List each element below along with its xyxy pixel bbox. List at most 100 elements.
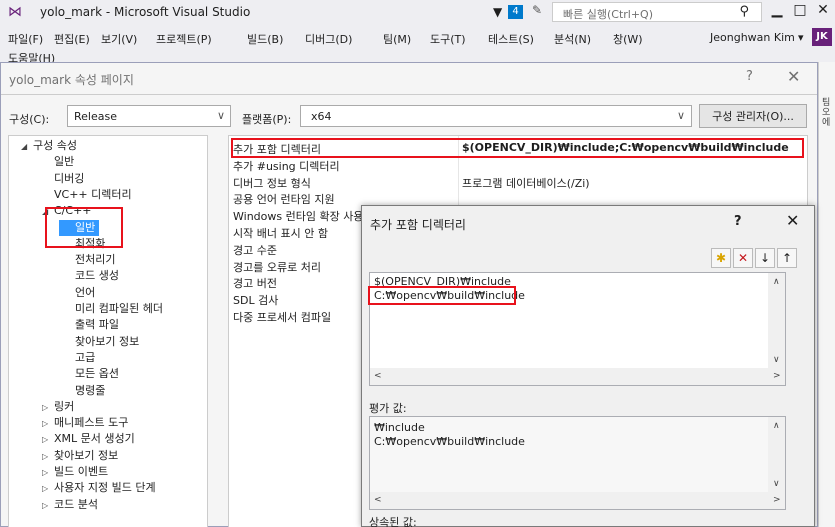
collapse-arrow-icon[interactable]: ◢ xyxy=(21,139,33,155)
menu-team[interactable]: 팀(M) xyxy=(383,31,411,47)
tree-item[interactable]: 코드 생성 xyxy=(63,268,119,284)
close-window-icon[interactable]: ✕ xyxy=(811,2,835,18)
tree-item-label: 명령줄 xyxy=(75,383,106,397)
tree-item[interactable]: 출력 파일 xyxy=(63,317,119,333)
property-tree: ◢ 구성 속성 일반 디버깅 VC++ 디렉터리 ◢ C/C++ 일반 최적화 전처리기 코드 생성… xyxy=(8,135,208,527)
move-down-icon[interactable]: ↓ xyxy=(755,248,775,268)
tree-item[interactable]: ▷ 찾아보기 정보 xyxy=(42,448,118,464)
menu-project[interactable]: 프로젝트(P) xyxy=(156,31,212,47)
menu-edit[interactable]: 편집(E) xyxy=(54,31,90,47)
scroll-right-icon[interactable]: > xyxy=(773,495,781,505)
menu-analyze[interactable]: 분석(N) xyxy=(554,31,591,47)
menu-build[interactable]: 빌드(B) xyxy=(247,31,283,47)
tree-item-label: 사용자 지정 빌드 단계 xyxy=(54,481,156,495)
scroll-down-icon[interactable]: ∨ xyxy=(773,479,780,489)
property-name: 디버그 정보 형식 xyxy=(233,176,311,190)
notification-flag-icon[interactable]: ▼ xyxy=(493,5,502,19)
search-icon: ⚲ xyxy=(739,4,749,19)
move-up-icon[interactable]: ↑ xyxy=(777,248,797,268)
tree-item[interactable]: 고급 xyxy=(63,350,95,366)
expand-arrow-icon[interactable]: ▷ xyxy=(42,481,54,497)
tree-item[interactable]: 디버깅 xyxy=(42,171,84,187)
tree-item-label: 찾아보기 정보 xyxy=(75,334,140,348)
user-name[interactable]: Jeonghwan Kim xyxy=(710,31,795,44)
menu-tools[interactable]: 도구(T) xyxy=(430,31,466,47)
tree-item[interactable]: 미리 컴파일된 헤더 xyxy=(63,301,163,317)
tree-item[interactable]: ◢ 구성 속성 xyxy=(21,138,77,154)
tree-item-label: 모든 옵션 xyxy=(75,367,119,381)
tree-item[interactable]: 일반 xyxy=(42,154,74,170)
menu-debug[interactable]: 디버그(D) xyxy=(305,31,352,47)
tree-item-label: 고급 xyxy=(75,350,96,364)
tree-item-label: 빌드 이벤트 xyxy=(54,465,109,478)
quick-launch-input[interactable]: 빠른 실행(Ctrl+Q) ⚲ xyxy=(552,2,762,22)
chevron-down-icon: ∨ xyxy=(676,109,685,122)
menu-test[interactable]: 테스트(S) xyxy=(488,31,534,47)
minimize-icon[interactable]: ▁ xyxy=(765,2,789,18)
scroll-up-icon[interactable]: ∧ xyxy=(773,277,780,287)
tree-item-label: 구성 속성 xyxy=(33,139,77,152)
expand-arrow-icon[interactable]: ▷ xyxy=(42,465,54,481)
tree-item[interactable]: 언어 xyxy=(63,285,95,301)
scroll-right-icon[interactable]: > xyxy=(773,371,781,381)
platform-select[interactable]: x64 ∨ xyxy=(300,105,692,127)
scroll-left-icon[interactable]: < xyxy=(374,495,382,505)
menu-window[interactable]: 창(W) xyxy=(613,31,643,47)
property-row[interactable]: 추가 #using 디렉터리 xyxy=(229,156,807,174)
close-icon[interactable]: ✕ xyxy=(787,67,800,86)
expand-arrow-icon[interactable]: ▷ xyxy=(42,498,54,514)
property-row[interactable]: 디버그 정보 형식 프로그램 데이터베이스(/Zi) xyxy=(229,173,807,191)
expand-arrow-icon[interactable]: ▷ xyxy=(42,432,54,448)
property-name: SDL 검사 xyxy=(233,294,279,308)
scroll-down-icon[interactable]: ∨ xyxy=(773,355,780,365)
menu-file[interactable]: 파일(F) xyxy=(8,31,43,47)
scroll-left-icon[interactable]: < xyxy=(374,371,382,381)
user-dropdown-icon[interactable]: ▾ xyxy=(798,31,804,44)
tree-item[interactable]: 명령줄 xyxy=(63,383,105,399)
configuration-manager-button[interactable]: 구성 관리자(O)... xyxy=(699,104,807,128)
avatar[interactable]: JK xyxy=(812,28,832,46)
help-icon[interactable]: ? xyxy=(746,69,753,84)
dialog-title: yolo_mark 속성 페이지 xyxy=(9,73,134,87)
tree-item[interactable]: ▷ XML 문서 생성기 xyxy=(42,431,135,447)
inherited-value-label: 상속된 값: xyxy=(369,516,417,527)
expand-arrow-icon[interactable]: ▷ xyxy=(42,449,54,465)
tree-item[interactable]: 찾아보기 정보 xyxy=(63,334,139,350)
horizontal-scrollbar[interactable]: < > xyxy=(370,492,785,509)
property-name: 경고 수준 xyxy=(233,243,277,257)
tree-item[interactable]: ▷ 링커 xyxy=(42,399,74,415)
tree-item[interactable]: ▷ 빌드 이벤트 xyxy=(42,464,108,480)
highlight-include-dir-row xyxy=(231,138,804,158)
delete-icon[interactable]: ✕ xyxy=(733,248,753,268)
menu-view[interactable]: 보기(V) xyxy=(101,31,137,47)
close-icon[interactable]: ✕ xyxy=(786,211,799,230)
tree-item-label: 매니페스트 도구 xyxy=(54,416,129,430)
tree-item-label: 전처리기 xyxy=(75,253,116,267)
help-icon[interactable]: ? xyxy=(734,214,742,229)
vertical-scrollbar[interactable]: ∧ ∨ xyxy=(768,273,785,369)
new-line-icon[interactable]: ✱ xyxy=(711,248,731,268)
tree-item-label: 미리 컴파일된 헤더 xyxy=(75,302,163,315)
tree-item[interactable]: 모든 옵션 xyxy=(63,366,119,382)
horizontal-scrollbar[interactable]: < > xyxy=(370,368,785,385)
tree-item[interactable]: VC++ 디렉터리 xyxy=(42,187,132,203)
platform-label: 플랫폼(P): xyxy=(242,113,292,126)
side-strip-label[interactable]: 팀오에 xyxy=(822,98,832,128)
tree-item[interactable]: 전처리기 xyxy=(63,252,115,268)
vertical-scrollbar[interactable]: ∧ ∨ xyxy=(768,417,785,493)
platform-value: x64 xyxy=(311,110,332,123)
tree-item[interactable]: ▷ 사용자 지정 빌드 단계 xyxy=(42,480,156,496)
scroll-up-icon[interactable]: ∧ xyxy=(773,421,780,431)
tree-item-label: 언어 xyxy=(75,285,96,299)
notification-badge[interactable]: 4 xyxy=(508,5,523,19)
configuration-select[interactable]: Release ∨ xyxy=(67,105,231,127)
maximize-icon[interactable]: □ xyxy=(788,2,812,18)
feedback-icon[interactable]: ✎ xyxy=(532,3,542,17)
tree-item-label: 찾아보기 정보 xyxy=(54,448,119,462)
tree-item-label: 코드 생성 xyxy=(75,269,119,283)
tree-item[interactable]: ▷ 매니페스트 도구 xyxy=(42,415,128,431)
expand-arrow-icon[interactable]: ▷ xyxy=(42,400,54,416)
expand-arrow-icon[interactable]: ▷ xyxy=(42,416,54,432)
tree-item[interactable]: ▷ 코드 분석 xyxy=(42,497,98,513)
property-value[interactable]: 프로그램 데이터베이스(/Zi) xyxy=(462,175,590,191)
